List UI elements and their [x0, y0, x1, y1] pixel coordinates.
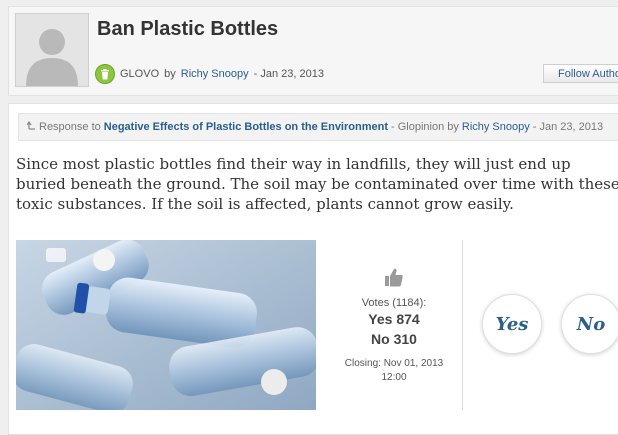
divider	[462, 240, 463, 410]
response-date: - Jan 23, 2013	[532, 121, 604, 133]
category-label: GLOVO	[120, 68, 160, 80]
post-meta: GLOVO by Richy Snoopy - Jan 23, 2013	[95, 63, 324, 85]
yes-count: Yes 874	[368, 311, 420, 327]
avatar[interactable]	[15, 13, 89, 87]
default-avatar-icon	[16, 14, 88, 86]
closing-time: 12:00	[381, 372, 407, 383]
by-label: by	[164, 68, 176, 80]
argument-text: Since most plastic bottles find their wa…	[16, 155, 618, 213]
votes-label: Votes (1184):	[361, 297, 427, 309]
argument-card: Response to Negative Effects of Plastic …	[8, 103, 618, 435]
vote-summary: Votes (1184): Yes 874 No 310 Closing: No…	[339, 266, 449, 385]
response-bar: Response to Negative Effects of Plastic …	[18, 113, 618, 141]
plastic-bottles-image	[16, 240, 316, 410]
thumbs-up-icon	[339, 266, 449, 291]
reply-arrow-icon	[26, 120, 36, 133]
response-prefix: Response to	[39, 121, 101, 133]
closing-date: Closing: Nov 01, 2013	[344, 358, 444, 369]
parent-topic-link[interactable]: Negative Effects of Plastic Bottles on t…	[104, 121, 388, 133]
vote-yes-button[interactable]: Yes	[482, 294, 542, 354]
trash-icon	[95, 64, 115, 84]
follow-author-button[interactable]: Follow Author	[543, 64, 618, 83]
author-link[interactable]: Richy Snoopy	[181, 68, 249, 80]
response-author-link[interactable]: Richy Snoopy	[462, 121, 530, 133]
page-title: Ban Plastic Bottles	[97, 18, 279, 40]
post-header: Ban Plastic Bottles GLOVO by Richy Snoop…	[8, 6, 618, 96]
no-count: No 310	[371, 331, 417, 347]
response-type: - Glopinion by	[391, 121, 459, 133]
vote-no-button[interactable]: No	[561, 294, 618, 354]
post-date: - Jan 23, 2013	[253, 68, 324, 80]
